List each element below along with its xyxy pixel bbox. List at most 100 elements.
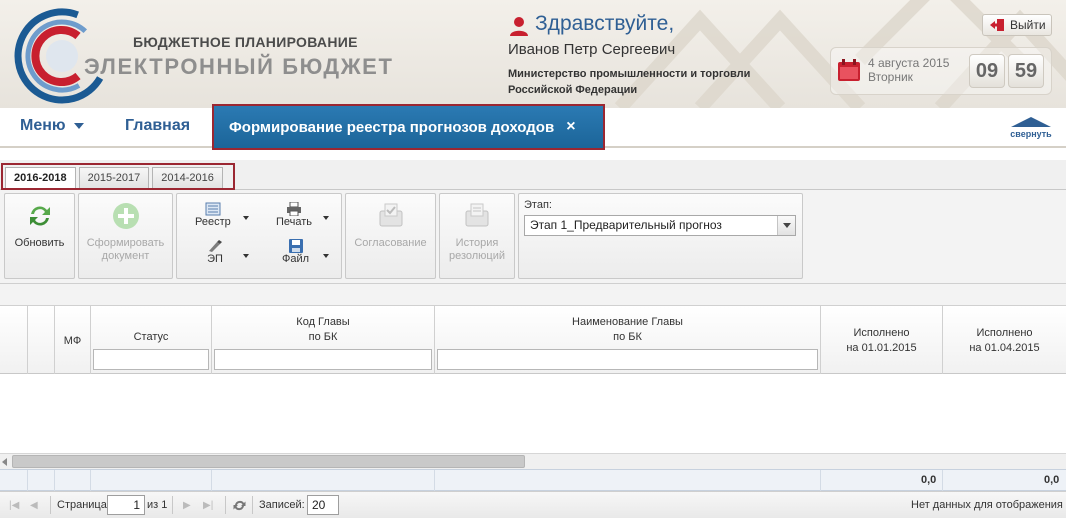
- column-executed-01-04[interactable]: Исполнено на 01.04.2015: [943, 306, 1066, 374]
- greeting-text: Здравствуйте,: [535, 12, 675, 35]
- stage-selected-value: Этап 1_Предварительный прогноз: [530, 218, 722, 232]
- last-page-icon[interactable]: ▶|: [203, 500, 213, 511]
- column-selector: [28, 306, 55, 374]
- pager: |◀ ◀ Страница 1 из 1 ▶ ▶| Записей: 20 Не…: [0, 491, 1066, 518]
- print-dropdown-icon[interactable]: [323, 216, 329, 220]
- column-exec2-title-1: Исполнено: [976, 327, 1033, 339]
- column-code-title-1: Код Главы: [296, 316, 350, 328]
- scroll-left-icon[interactable]: [2, 458, 7, 466]
- print-label: Печать: [276, 216, 313, 228]
- logout-icon: [990, 19, 1004, 31]
- summary-exec2: 0,0: [1044, 474, 1060, 486]
- registry-label: Реестр: [195, 216, 231, 228]
- column-status-title: Статус: [133, 331, 169, 343]
- reload-icon[interactable]: [232, 498, 247, 513]
- column-mf-title: МФ: [63, 335, 82, 347]
- next-page-icon[interactable]: ▶: [183, 500, 191, 511]
- code-filter-input[interactable]: [214, 349, 432, 370]
- refresh-button[interactable]: Обновить: [4, 193, 75, 279]
- status-filter-input[interactable]: [93, 349, 209, 370]
- summary-exec1: 0,0: [921, 474, 937, 486]
- clock-hours: 09: [969, 54, 1005, 88]
- form-document-button[interactable]: Сформировать документ: [78, 193, 173, 279]
- ministry-name: Министерство промышленности и торговли Р…: [508, 68, 751, 96]
- resolution-history-button[interactable]: История резолюций: [439, 193, 515, 279]
- column-status[interactable]: Статус: [91, 306, 212, 374]
- column-exec1-title-2: на 01.01.2015: [846, 342, 917, 354]
- summary-cell: [212, 470, 435, 491]
- pager-separator: [225, 496, 226, 514]
- prev-page-icon[interactable]: ◀: [30, 500, 38, 511]
- history-label: История резолюций: [448, 237, 506, 262]
- summary-cell: [435, 470, 821, 491]
- column-mf[interactable]: МФ: [55, 306, 91, 374]
- grid-group-strip: [0, 284, 1066, 306]
- approval-button[interactable]: Согласование: [345, 193, 436, 279]
- date-text: 4 августа 2015 Вторник: [868, 56, 949, 84]
- chevron-down-icon[interactable]: [777, 216, 795, 235]
- tab-period-2014-2016[interactable]: 2014-2016: [152, 167, 223, 188]
- stage-select[interactable]: Этап 1_Предварительный прогноз: [524, 215, 796, 236]
- column-chapter-name[interactable]: Наименование Главы по БК: [435, 306, 821, 374]
- app-header: БЮДЖЕТНОЕ ПЛАНИРОВАНИЕ ЭЛЕКТРОННЫЙ БЮДЖЕ…: [0, 0, 1066, 108]
- column-executed-01-01[interactable]: Исполнено на 01.01.2015: [821, 306, 943, 374]
- tab-income-forecast-registry[interactable]: Формирование реестра прогнозов доходов ×: [212, 104, 605, 150]
- pager-separator: [252, 496, 253, 514]
- logo-line-1: БЮДЖЕТНОЕ ПЛАНИРОВАНИЕ: [133, 34, 358, 50]
- column-name-title-2: по БК: [613, 331, 642, 343]
- period-tabs: 2016-2018 2015-2017 2014-2016: [1, 163, 235, 190]
- signature-icon: [209, 240, 222, 252]
- column-code-title-2: по БК: [308, 331, 338, 343]
- scrollbar-thumb[interactable]: [12, 455, 525, 468]
- grid-body: [0, 375, 1066, 453]
- column-exec1-title-1: Исполнено: [853, 327, 910, 339]
- summary-cell: [0, 470, 28, 491]
- active-tab-label: Формирование реестра прогнозов доходов: [229, 118, 555, 136]
- horizontal-scrollbar[interactable]: [0, 453, 1066, 469]
- menu-label: Меню: [20, 117, 66, 134]
- registry-tools-group: Реестр Печать ЭП Файл: [176, 193, 342, 279]
- registry-icon: [205, 202, 221, 216]
- ep-button[interactable]: ЭП: [207, 239, 223, 265]
- first-page-icon[interactable]: |◀: [9, 500, 19, 511]
- stage-panel: [518, 193, 803, 279]
- column-name-title-1: Наименование Главы: [572, 316, 683, 328]
- records-label: Записей:: [259, 499, 305, 511]
- file-button[interactable]: Файл: [282, 239, 309, 265]
- ep-dropdown-icon[interactable]: [243, 254, 249, 258]
- registry-dropdown-icon[interactable]: [243, 216, 249, 220]
- user-name: Иванов Петр Сергеевич: [508, 41, 676, 58]
- print-button[interactable]: Печать: [276, 202, 312, 228]
- history-icon: [465, 203, 489, 227]
- registry-button[interactable]: Реестр: [195, 202, 231, 228]
- user-icon: [510, 17, 528, 36]
- records-per-page-input[interactable]: 20: [307, 495, 339, 515]
- collapse-header-button[interactable]: свернуть: [1007, 117, 1055, 139]
- summary-cell: [55, 470, 91, 491]
- column-chapter-code[interactable]: Код Главы по БК: [212, 306, 435, 374]
- calendar-icon: [838, 59, 860, 81]
- menu-button[interactable]: Меню: [20, 117, 84, 135]
- date-time-panel: 4 августа 2015 Вторник 09 59: [830, 47, 1052, 95]
- file-dropdown-icon[interactable]: [323, 254, 329, 258]
- no-data-message: Нет данных для отображения: [911, 499, 1063, 511]
- nav-home-link[interactable]: Главная: [125, 117, 190, 135]
- form-document-label: Сформировать документ: [86, 237, 165, 262]
- page-number-input[interactable]: 1: [107, 495, 145, 515]
- name-filter-input[interactable]: [437, 349, 818, 370]
- current-date: 4 августа 2015: [868, 56, 950, 70]
- pager-separator: [172, 496, 173, 514]
- approval-icon: [379, 203, 402, 227]
- tab-period-2015-2017[interactable]: 2015-2017: [78, 167, 150, 188]
- collapse-icon: [1011, 117, 1051, 127]
- printer-icon: [287, 202, 302, 216]
- file-label: Файл: [282, 253, 310, 265]
- page-label: Страница: [57, 499, 107, 511]
- page-count: из 1: [147, 499, 168, 511]
- column-exec2-title-2: на 01.04.2015: [969, 342, 1040, 354]
- tab-period-2016-2018[interactable]: 2016-2018: [5, 167, 76, 188]
- ep-label: ЭП: [207, 253, 223, 265]
- current-weekday: Вторник: [868, 70, 913, 84]
- logout-button[interactable]: Выйти: [982, 14, 1052, 36]
- close-tab-icon[interactable]: ×: [566, 118, 575, 136]
